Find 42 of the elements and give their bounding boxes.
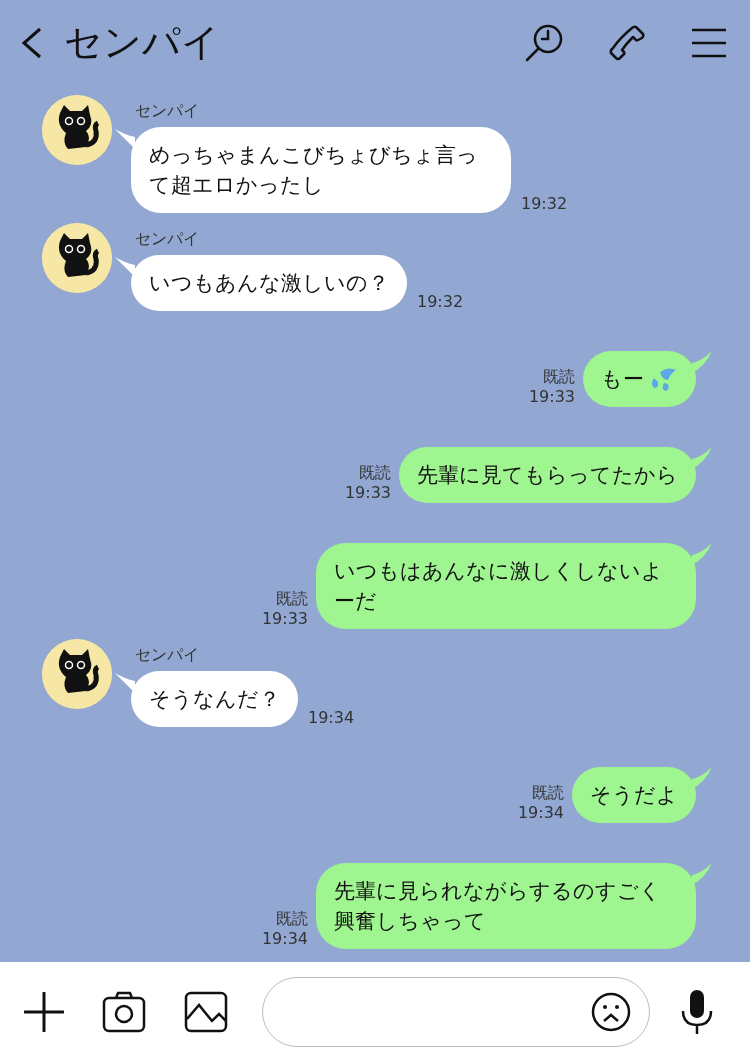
bubble-tail xyxy=(692,351,712,373)
read-receipt: 既読 xyxy=(359,463,391,483)
message-bubble: そうなんだ？ xyxy=(131,671,298,727)
message-time: 19:32 xyxy=(521,194,568,213)
image-icon[interactable] xyxy=(184,990,228,1033)
camera-icon[interactable] xyxy=(102,990,146,1033)
read-receipt: 既読 xyxy=(543,367,575,387)
bubble-tail xyxy=(115,127,135,149)
message-bubble: 先輩に見られながらするのすごく興奮しちゃって xyxy=(316,863,696,949)
message-bubble: そうだよ xyxy=(572,767,696,823)
bubble-tail xyxy=(692,767,712,789)
search-icon[interactable] xyxy=(524,22,564,63)
bubble-tail xyxy=(692,543,712,565)
sender-name: センパイ xyxy=(135,645,200,666)
message-bubble: 先輩に見てもらってたから xyxy=(399,447,696,503)
message-bubble: いつもあんな激しいの？ xyxy=(131,255,407,311)
menu-icon[interactable] xyxy=(690,26,728,59)
cat-avatar xyxy=(42,95,112,165)
phone-icon[interactable] xyxy=(608,23,646,62)
cat-avatar xyxy=(42,223,112,293)
microphone-icon[interactable] xyxy=(680,988,714,1035)
message-time: 19:33 xyxy=(344,483,391,503)
message-bubble: もー xyxy=(583,351,696,407)
message-time: 19:33 xyxy=(528,387,575,407)
bubble-tail xyxy=(692,863,712,885)
read-receipt: 既読 xyxy=(532,783,564,803)
read-receipt: 既読 xyxy=(276,589,308,609)
emoji-face-icon[interactable] xyxy=(591,991,631,1032)
bubble-tail xyxy=(692,447,712,469)
sender-name: センパイ xyxy=(135,101,200,122)
chat-title: センパイ xyxy=(64,19,221,66)
cat-avatar xyxy=(42,639,112,709)
plus-icon[interactable] xyxy=(24,991,64,1032)
message-time: 19:34 xyxy=(517,803,564,823)
message-time: 19:34 xyxy=(308,708,355,727)
message-time: 19:34 xyxy=(261,929,308,949)
sender-name: センパイ xyxy=(135,229,200,250)
message-time: 19:32 xyxy=(417,292,464,311)
message-bubble: めっちゃまんこびちょびちょ言って超エロかったし xyxy=(131,127,511,213)
message-time: 19:33 xyxy=(261,609,308,629)
read-receipt: 既読 xyxy=(276,909,308,929)
message-bubble: いつもはあんなに激しくしないよーだ xyxy=(316,543,696,629)
